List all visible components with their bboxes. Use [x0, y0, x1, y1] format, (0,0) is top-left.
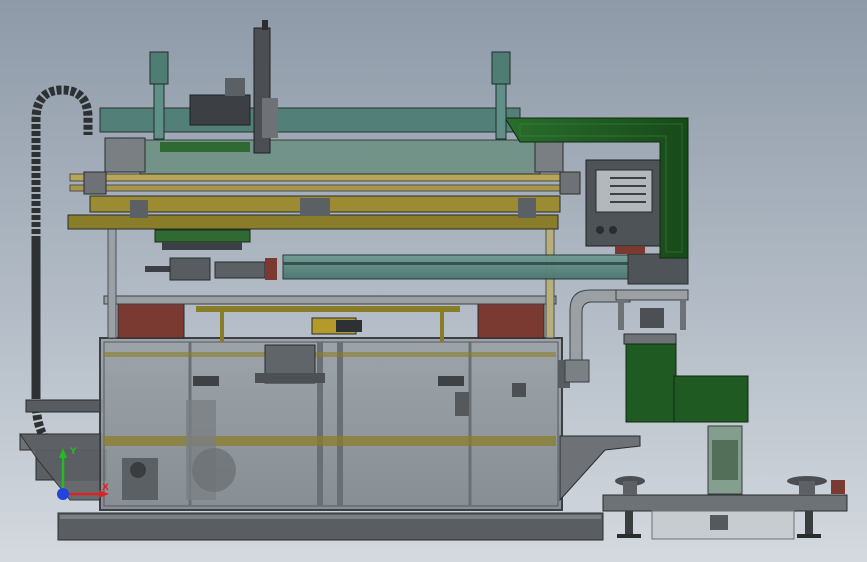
right-bracket-frame [615, 289, 689, 330]
triad-y-label: Y [69, 447, 77, 457]
linear-actuator [145, 253, 689, 285]
vertical-gantry [189, 20, 278, 154]
cad-viewport[interactable]: Y X [0, 0, 867, 562]
lower-cabinet [99, 337, 591, 511]
rotary-disk-right [787, 476, 845, 495]
cable-drag-chain [31, 85, 93, 457]
leveling-foot-right [797, 511, 821, 538]
pulley-group [154, 229, 251, 250]
upper-teal-beam [99, 107, 564, 175]
machine-assembly-drawing: Y X [19, 20, 848, 541]
z-axis-dot [57, 488, 69, 500]
olive-frame [67, 171, 581, 230]
leveling-foot-left [617, 511, 641, 538]
green-motor-tower [623, 333, 749, 495]
rotary-disk-left [615, 476, 645, 495]
control-box [585, 159, 661, 254]
base-plate [57, 512, 604, 541]
triad-x-label: X [102, 483, 109, 493]
